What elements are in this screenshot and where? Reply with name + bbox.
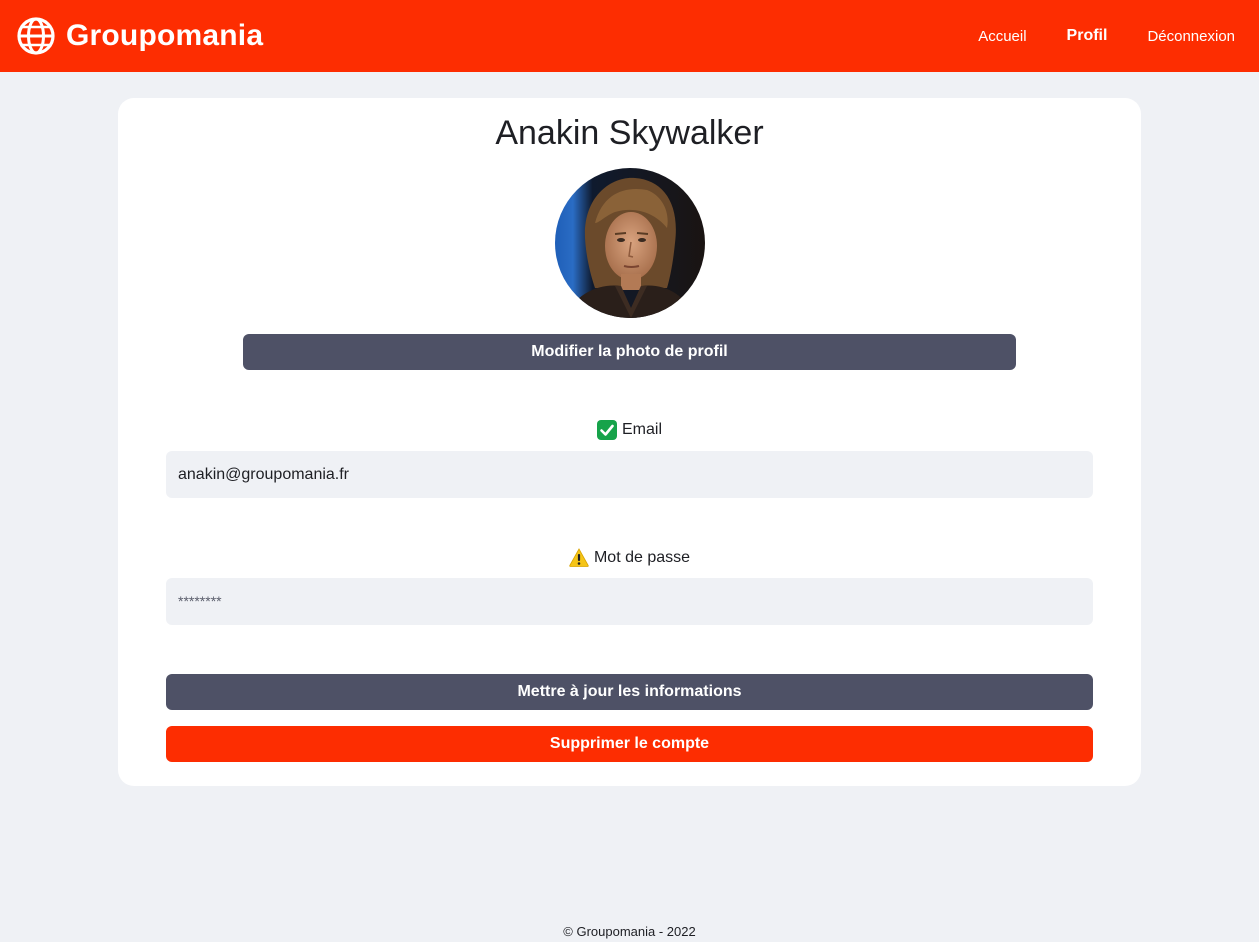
change-photo-button[interactable]: Modifier la photo de profil	[243, 334, 1016, 370]
email-field[interactable]	[166, 451, 1093, 498]
globe-icon	[17, 17, 55, 55]
delete-account-button[interactable]: Supprimer le compte	[166, 726, 1093, 762]
nav-profile-link[interactable]: Profil	[1067, 27, 1108, 45]
update-info-button[interactable]: Mettre à jour les informations	[166, 674, 1093, 710]
footer-copyright: © Groupomania - 2022	[563, 924, 696, 939]
nav-home-link[interactable]: Accueil	[978, 28, 1026, 45]
password-field[interactable]	[166, 578, 1093, 625]
check-mark-icon	[596, 420, 617, 440]
brand-logo[interactable]: Groupomania	[16, 16, 263, 56]
main-nav: Accueil Profil Déconnexion	[938, 27, 1235, 45]
email-label: Email	[166, 420, 1093, 440]
password-label: Mot de passe	[166, 548, 1093, 567]
top-navbar: Groupomania Accueil Profil Déconnexion	[0, 0, 1259, 72]
avatar	[555, 168, 705, 318]
brand-name: Groupomania	[66, 19, 264, 52]
avatar-photo	[555, 168, 705, 318]
nav-logout-link[interactable]: Déconnexion	[1147, 28, 1235, 45]
email-label-text: Email	[621, 421, 662, 438]
password-label-text: Mot de passe	[593, 548, 691, 566]
warning-icon	[569, 548, 589, 567]
profile-name: Anakin Skywalker	[495, 114, 764, 152]
